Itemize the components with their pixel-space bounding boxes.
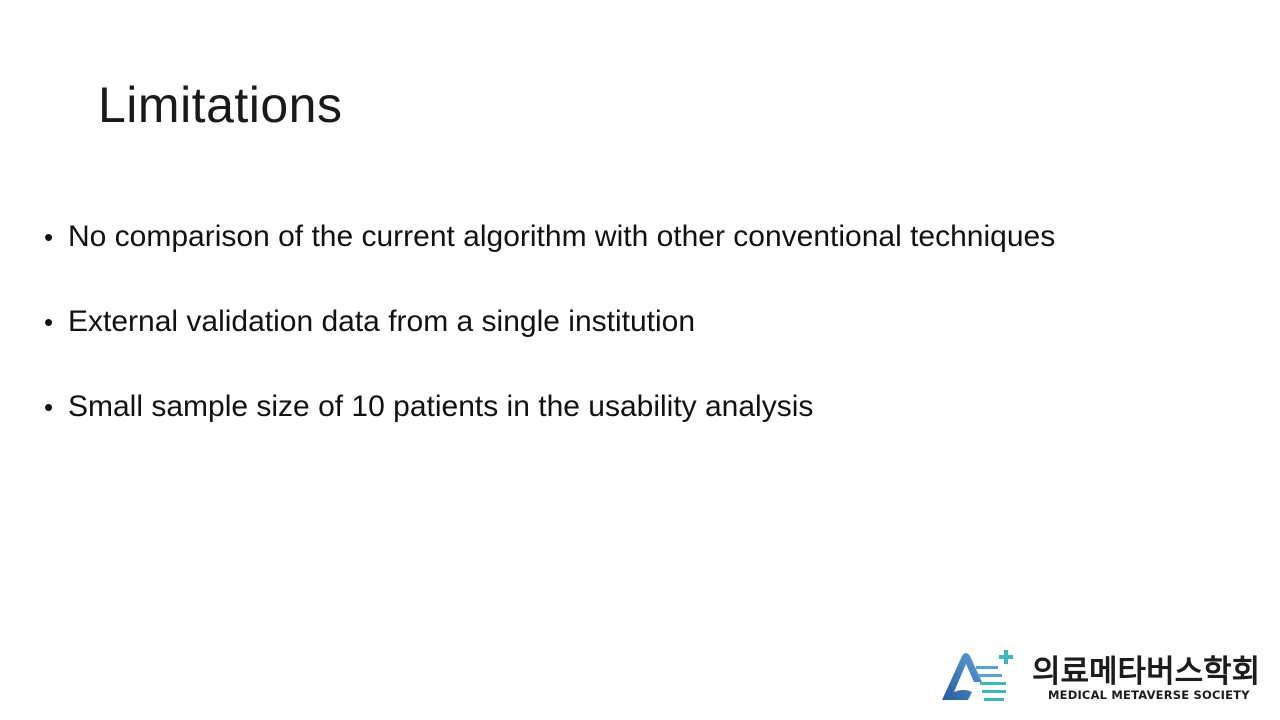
society-name-korean: 의료메타버스학회 — [1032, 654, 1261, 690]
bullet-text: Small sample size of 10 patients in the … — [68, 390, 814, 423]
bullet-marker: • — [44, 222, 54, 252]
society-name-english: MEDICAL METAVERSE SOCIETY — [1048, 688, 1250, 702]
bullet-text: External validation data from a single i… — [68, 305, 696, 338]
bullet-text: No comparison of the current algorithm w… — [68, 220, 1056, 253]
bullet-item: • No comparison of the current algorithm… — [44, 220, 1244, 305]
medical-metaverse-a-logo-icon — [942, 650, 1013, 701]
bullet-list: • No comparison of the current algorithm… — [44, 220, 1244, 475]
bullet-marker: • — [44, 392, 54, 422]
bullet-item: • External validation data from a single… — [44, 305, 1244, 390]
bullet-marker: • — [44, 307, 54, 337]
society-logo: 의료메타버스학회 MEDICAL METAVERSE SOCIETY — [938, 644, 1270, 708]
bullet-item: • Small sample size of 10 patients in th… — [44, 390, 1244, 475]
slide: Limitations • No comparison of the curre… — [0, 0, 1280, 720]
slide-title: Limitations — [98, 77, 343, 133]
